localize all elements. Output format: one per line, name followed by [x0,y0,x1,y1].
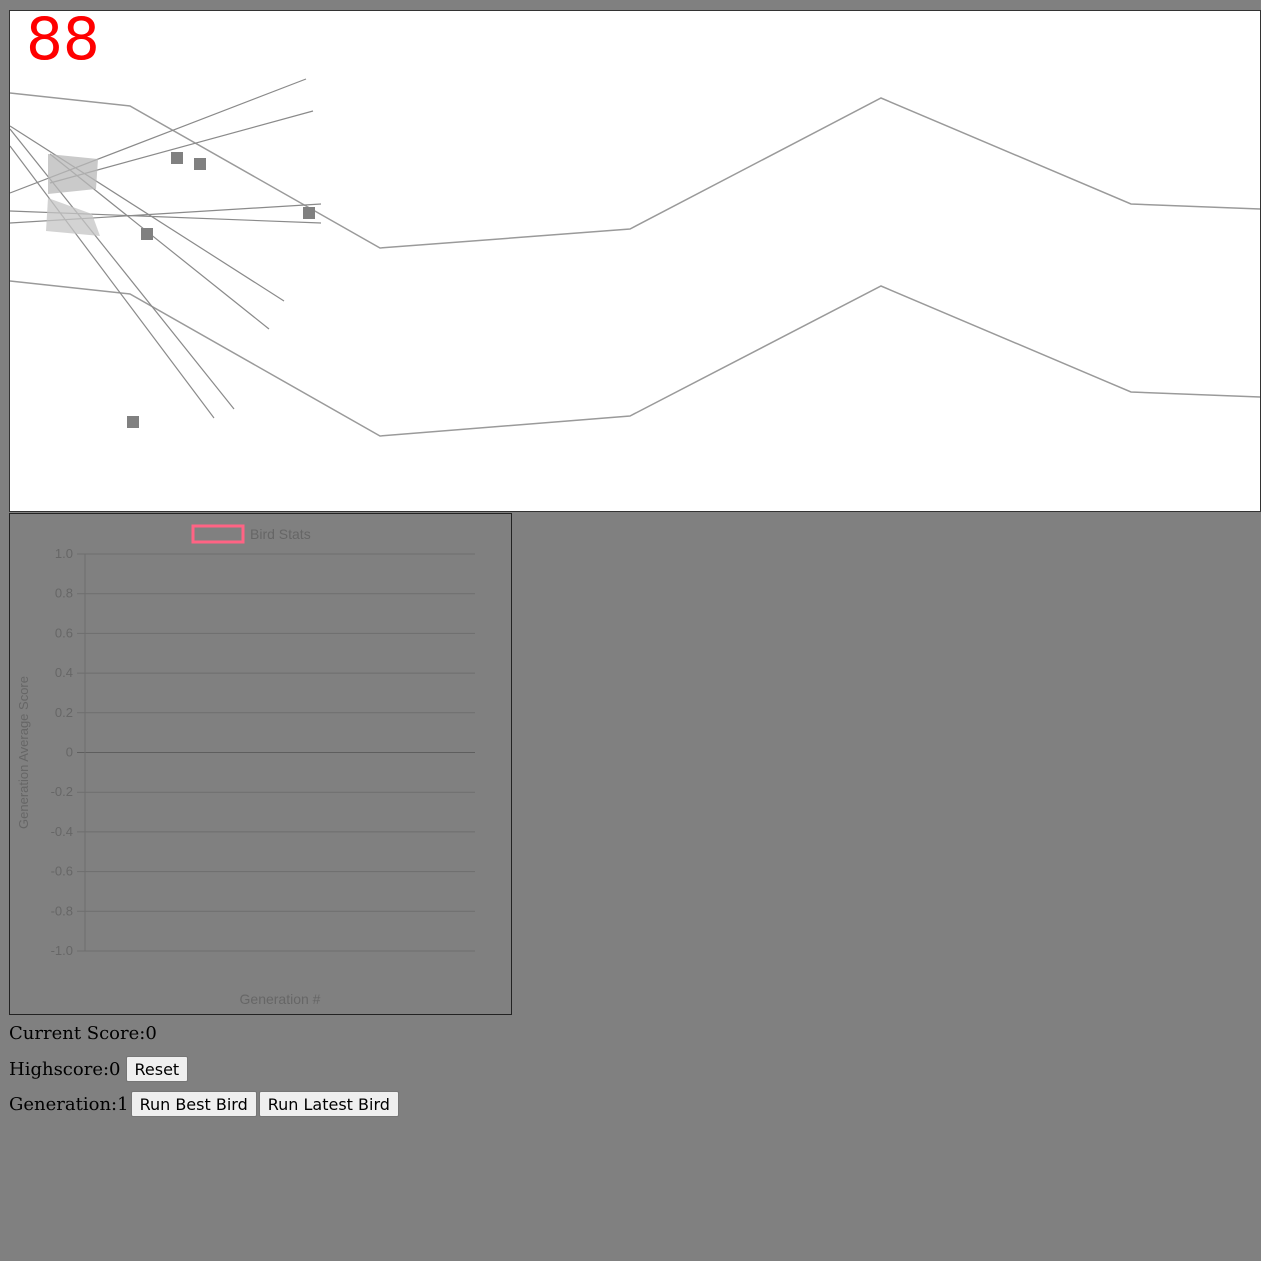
track-upper-wall [10,92,1260,249]
reset-button[interactable]: Reset [125,1056,189,1082]
y-tick-label: -0.6 [51,864,73,879]
current-score-row: Current Score: 0 [9,1020,157,1046]
bird [46,198,100,236]
y-tick-label: 0 [66,745,73,760]
y-axis-title: Generation Average Score [16,676,31,829]
generation-label: Generation: [9,1093,118,1115]
track-lower-wall [10,280,1260,437]
legend-swatch [191,524,245,544]
y-tick-label: -0.2 [51,784,73,799]
y-tick-label: 0.8 [55,586,73,601]
y-tick-label: 1.0 [55,546,73,561]
run-best-bird-button[interactable]: Run Best Bird [130,1091,257,1117]
highscore-value: 0 [109,1058,121,1080]
current-score-value: 0 [145,1022,157,1044]
game-canvas [9,10,1261,512]
y-tick-label: 0.4 [55,665,73,680]
birds [46,154,100,236]
highscore-row: Highscore: 0 Reset [9,1055,189,1083]
generation-value: 1 [117,1093,129,1115]
bird [48,154,98,194]
x-axis-title: Generation # [240,991,321,1007]
live-score-display: 88 [26,5,100,73]
sensor-rays [10,78,322,419]
bird-stats-chart: Bird Stats 1.0 0.8 0.6 0.4 0.2 0 -0.2 -0.4 -0.6 -0… [9,513,512,1015]
y-tick-label: 0.2 [55,705,73,720]
game-scene [10,78,1260,437]
y-tick-label: -1.0 [51,943,73,958]
run-latest-bird-button[interactable]: Run Latest Bird [258,1091,399,1117]
y-tick-label: -0.4 [51,824,73,839]
y-tick-label: 0.6 [55,625,73,640]
generation-row: Generation: 1 Run Best Bird Run Latest B… [9,1090,399,1118]
current-score-label: Current Score: [9,1022,146,1044]
track-walls [10,92,1260,437]
chart-svg: Bird Stats 1.0 0.8 0.6 0.4 0.2 0 -0.2 -0.4 -0.6 -0… [16,524,475,1007]
highscore-label: Highscore: [9,1058,110,1080]
legend-label: Bird Stats [250,526,311,542]
y-tick-label: -0.8 [51,903,73,918]
